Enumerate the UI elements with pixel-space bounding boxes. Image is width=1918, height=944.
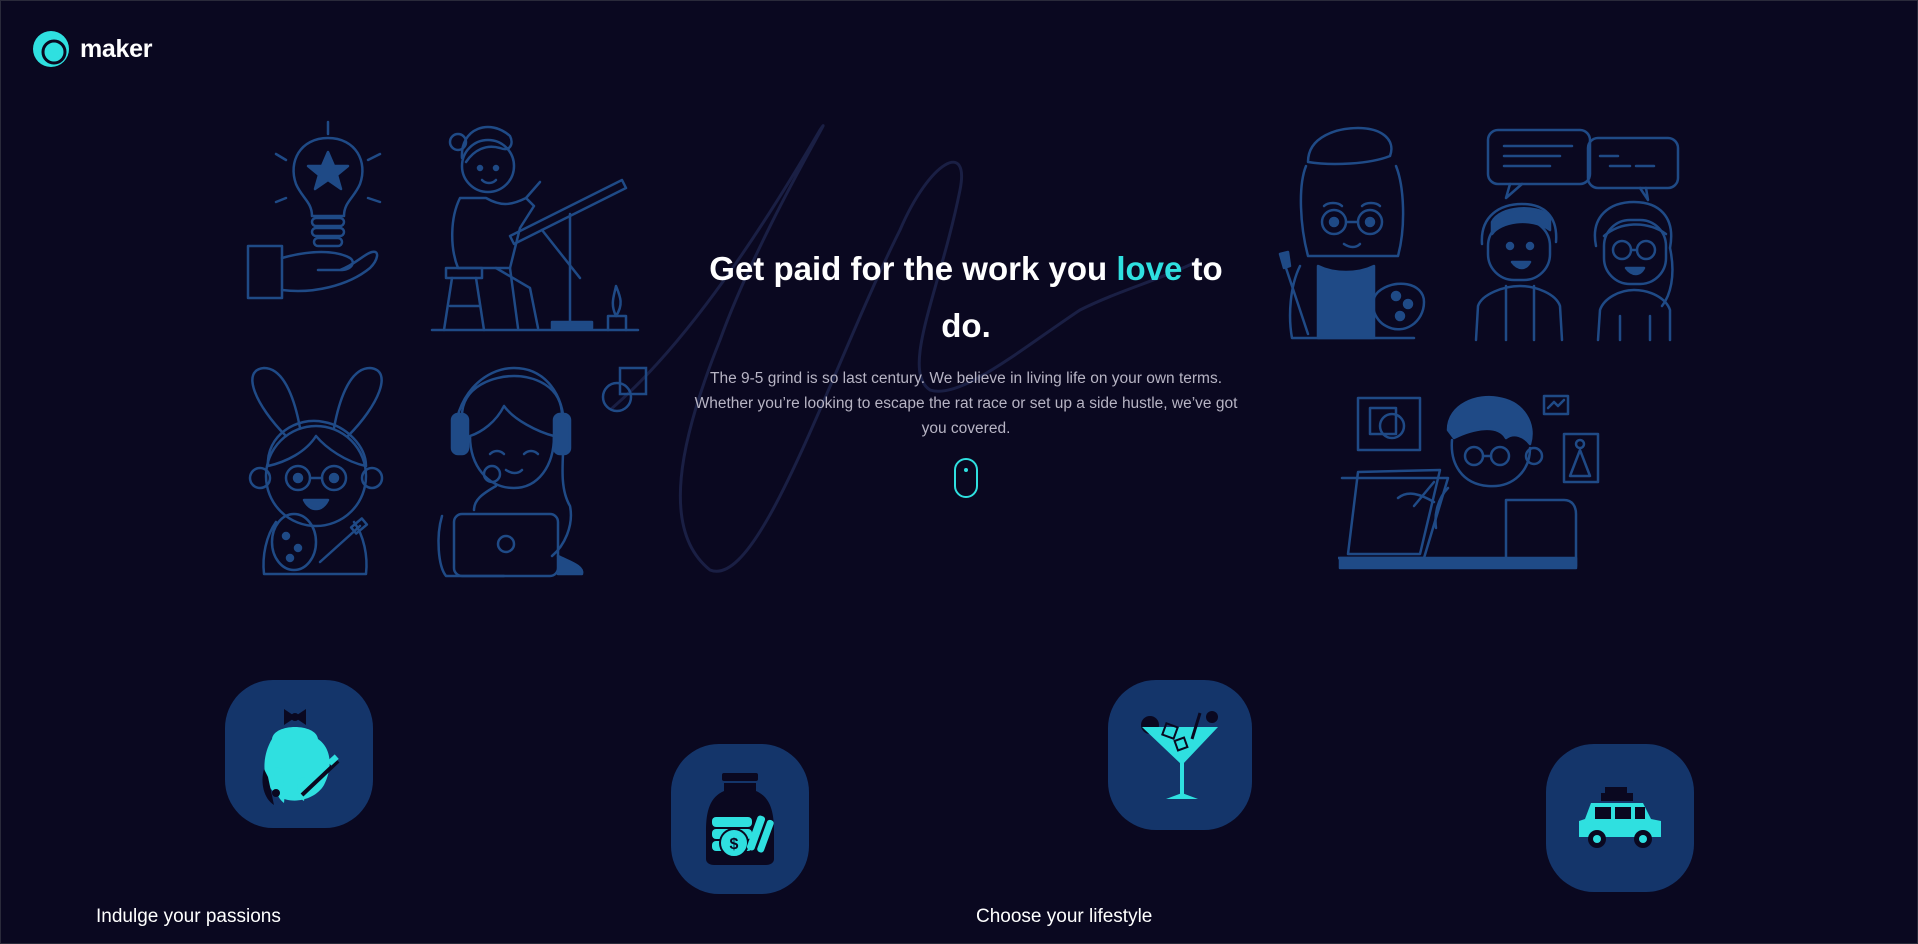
mouse-icon[interactable] [953, 457, 979, 499]
headphones-laptop-person-icon [437, 366, 584, 578]
cocktail-icon [1141, 711, 1218, 799]
caption-choose-lifestyle: Choose your lifestyle [976, 906, 1153, 927]
svg-text:$: $ [730, 836, 739, 853]
feature-tile-travel [1546, 744, 1694, 892]
maker-logo-icon [33, 31, 69, 67]
paint-palette-icon [262, 709, 340, 805]
lightbulb-hand-icon [246, 120, 382, 300]
hero-subtitle: The 9-5 grind is so last century. We bel… [694, 370, 1238, 437]
brand-name: maker [80, 34, 153, 63]
logo[interactable]: maker [32, 30, 152, 68]
hero-title: Get paid for the work you love to do. [684, 240, 1248, 354]
chatting-couple-icon [1474, 128, 1680, 342]
feature-tile-lifestyle [1108, 680, 1252, 830]
bunny-girl-icon [248, 366, 384, 576]
feature-tile-savings: $ [671, 744, 809, 894]
hero-title-accent: love [1116, 250, 1183, 287]
shapes-decoration [601, 366, 648, 413]
feature-tile-passions [225, 680, 373, 828]
hero-title-start: Get paid for the work you [709, 250, 1117, 287]
artist-drawing-desk-icon [430, 125, 640, 332]
painter-palette-icon [1278, 126, 1426, 340]
designer-tablet-icon [1338, 394, 1600, 570]
money-jar-icon: $ [706, 773, 774, 865]
caption-indulge-passions: Indulge your passions [96, 906, 281, 927]
car-icon [1579, 787, 1661, 848]
